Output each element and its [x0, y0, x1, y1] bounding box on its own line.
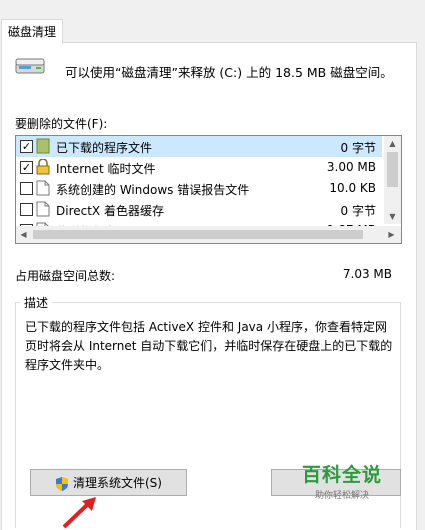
tab-disk-cleanup[interactable]: 磁盘清理	[1, 19, 63, 44]
window-top-strip	[0, 0, 425, 20]
file-checkbox[interactable]	[20, 182, 33, 195]
file-name: DirectX 着色器缓存	[56, 204, 164, 218]
clean-system-files-button[interactable]: 清理系统文件(S)	[30, 469, 187, 496]
files-listbox[interactable]: ✓ 已下载的程序文件 0 字节 ✓ Internet 临时文件 3.00 MB 系统创建的 …	[15, 135, 402, 244]
description-text: 已下载的程序文件包括 ActiveX 控件和 Java 小程序，你查看特定网页时…	[25, 320, 393, 372]
scroll-left-icon[interactable]: ◀	[16, 226, 31, 243]
clean-system-files-label: 清理系统文件(S)	[73, 476, 162, 490]
file-name: 已下载的程序文件	[56, 141, 153, 155]
red-arrow-icon	[62, 497, 96, 529]
scroll-up-icon[interactable]: ▲	[384, 136, 401, 151]
file-icon	[36, 201, 50, 217]
scroll-down-icon[interactable]: ▼	[384, 209, 401, 224]
lock-icon	[36, 158, 50, 175]
watermark-sub: 助你轻松解决	[315, 491, 370, 501]
description-legend: 描述	[20, 294, 53, 311]
file-name: Internet 临时文件	[56, 162, 156, 176]
vertical-scroll-thumb[interactable]	[387, 152, 398, 187]
file-size: 3.00 MB	[326, 160, 376, 174]
file-size: 0 字节	[340, 204, 376, 218]
files-to-delete-label: 要删除的文件(F):	[15, 117, 108, 131]
file-row[interactable]: ✓ 已下载的程序文件 0 字节	[16, 136, 382, 157]
file-row[interactable]: 系统创建的 Windows 错误报告文件 10.0 KB	[16, 178, 382, 199]
file-name: 系统创建的 Windows 错误报告文件	[56, 183, 250, 197]
horizontal-scrollbar[interactable]: ◀ ▶	[16, 226, 401, 243]
folder-icon	[36, 138, 50, 154]
total-space-value: 7.03 MB	[342, 267, 392, 281]
horizontal-scroll-thumb[interactable]	[33, 230, 363, 239]
vertical-scrollbar[interactable]: ▲ ▼	[384, 136, 401, 224]
uac-shield-icon	[56, 476, 68, 491]
file-size: 0 字节	[340, 141, 376, 155]
total-space-label: 占用磁盘空间总数:	[15, 269, 116, 283]
scroll-right-icon[interactable]: ▶	[384, 226, 399, 243]
header-message: 可以使用“磁盘清理”来释放 (C:) 上的 18.5 MB 磁盘空间。	[65, 65, 393, 80]
file-checkbox[interactable]: ✓	[20, 140, 33, 153]
file-checkbox[interactable]	[20, 203, 33, 216]
file-size: 10.0 KB	[329, 181, 376, 195]
drive-icon	[15, 58, 45, 74]
file-row[interactable]: DirectX 着色器缓存 0 字节	[16, 199, 382, 220]
watermark-logo: 百科全说 助你轻松解决	[302, 460, 382, 501]
file-icon	[36, 180, 50, 196]
file-checkbox[interactable]: ✓	[20, 161, 33, 174]
watermark-main: 百科全说	[302, 464, 383, 486]
file-row[interactable]: ✓ Internet 临时文件 3.00 MB	[16, 157, 382, 178]
